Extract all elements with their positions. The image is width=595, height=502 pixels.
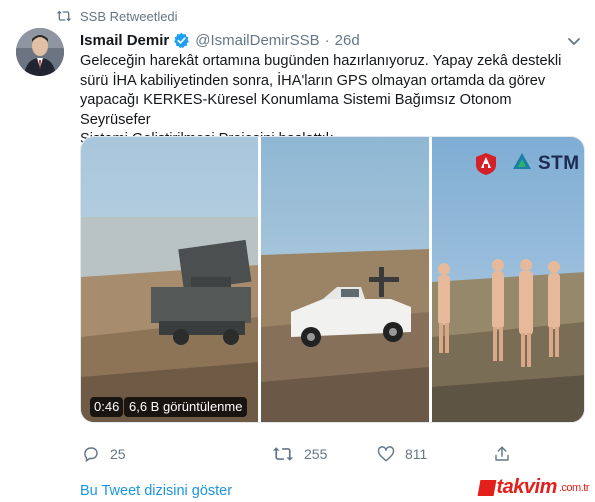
stm-logo: STM	[512, 152, 580, 175]
tweet-text-line: yapacağı KERKES-Küresel Konumlama Sistem…	[80, 92, 512, 128]
like-count: 811	[405, 446, 428, 462]
video-panel-mannequins	[431, 137, 584, 422]
retweet-header[interactable]: SSB Retweetledi	[56, 6, 178, 26]
tweet-text: Geleceğin harekât ortamına bugünden hazı…	[80, 52, 585, 150]
ssb-logo-icon	[475, 152, 497, 176]
takvim-logo-icon	[477, 479, 496, 496]
video-panel-pickup	[261, 137, 429, 422]
video-duration: 0:46	[90, 397, 124, 417]
chevron-down-icon[interactable]	[567, 34, 581, 52]
retweet-count: 255	[304, 446, 328, 462]
stm-logo-icon	[512, 152, 532, 175]
reply-icon	[82, 445, 100, 463]
author-name[interactable]: Ismail Demir	[80, 32, 169, 49]
heart-icon	[377, 445, 395, 463]
takvim-watermark-logo: takvim .com.tr	[477, 476, 590, 499]
retweet-icon	[272, 445, 294, 463]
verified-badge-icon	[173, 32, 190, 49]
separator-dot: ·	[324, 31, 330, 49]
share-button[interactable]	[493, 442, 511, 466]
reply-count: 25	[110, 446, 126, 462]
retweet-label: SSB Retweetledi	[80, 8, 178, 24]
avatar[interactable]	[16, 28, 64, 76]
author-handle[interactable]: @IsmailDemirSSB	[195, 32, 319, 49]
show-thread-link[interactable]: Bu Tweet dizisini göster	[80, 483, 232, 499]
tweet-text-line: sürü İHA kabiliyetinden sonra, İHA'ların…	[80, 72, 546, 89]
retweet-button[interactable]: 255	[272, 442, 327, 466]
watermark-text: takvim	[496, 476, 558, 498]
tweet-header: Ismail Demir @IsmailDemirSSB · 26d	[80, 30, 360, 50]
like-button[interactable]: 811	[377, 442, 427, 466]
video-player[interactable]	[80, 136, 585, 423]
share-icon	[493, 445, 511, 463]
reply-button[interactable]: 25	[82, 442, 126, 466]
stm-logo-text: STM	[538, 152, 580, 174]
watermark-suffix: .com.tr	[558, 481, 590, 494]
video-view-count: 6,6 B görüntülenme	[124, 397, 248, 417]
tweet-text-line: Geleceğin harekât ortamına bugünden hazı…	[80, 53, 562, 69]
retweet-icon	[56, 9, 72, 23]
tweet-time[interactable]: 26d	[335, 32, 360, 49]
tweet-actions: 25 255 811	[80, 442, 585, 466]
video-panel-launcher	[81, 137, 259, 422]
